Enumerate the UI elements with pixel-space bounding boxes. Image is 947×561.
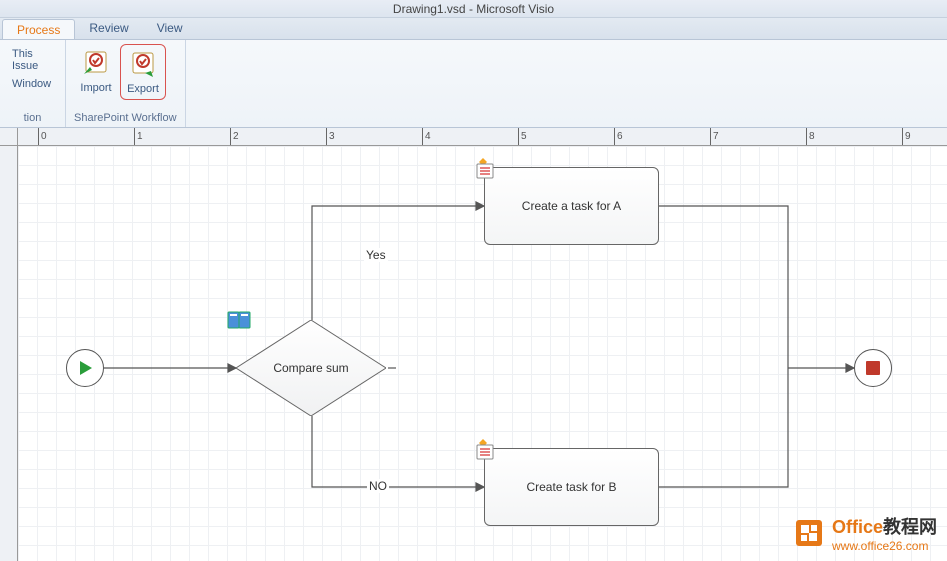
canvas-grid[interactable]: Yes NO Compare sum Create a task for A C… [18, 146, 947, 561]
ruler-tick: 5 [518, 128, 527, 146]
watermark-cn: 教程网 [883, 517, 937, 537]
task-icon [475, 158, 497, 183]
ruler-corner [0, 128, 18, 146]
ruler-tick: 6 [614, 128, 623, 146]
ribbon-tabs: Process Review View [0, 18, 947, 40]
office-logo-icon [792, 516, 826, 550]
vertical-ruler [0, 146, 18, 561]
connector-no-label: NO [367, 479, 389, 493]
ruler-tick: 4 [422, 128, 431, 146]
ribbon-group-validation: This Issue Window tion [0, 40, 66, 127]
connector-yes-label: Yes [364, 248, 388, 262]
title-bar: Drawing1.vsd - Microsoft Visio [0, 0, 947, 18]
task-icon [475, 439, 497, 464]
ruler-tick: 0 [38, 128, 47, 146]
shape-start[interactable] [66, 349, 104, 387]
process-a-label: Create a task for A [522, 199, 621, 213]
ribbon-group-sharepoint: Import Export SharePoint Workflow [66, 40, 186, 127]
shape-decision[interactable]: Compare sum [236, 320, 386, 416]
tab-process[interactable]: Process [2, 19, 75, 39]
decision-label: Compare sum [236, 320, 386, 416]
ruler-tick: 1 [134, 128, 143, 146]
ruler-tick: 9 [902, 128, 911, 146]
export-button[interactable]: Export [120, 44, 166, 100]
ribbon-item-this-issue[interactable]: This Issue [8, 46, 57, 74]
ruler-tick: 2 [230, 128, 239, 146]
import-button[interactable]: Import [74, 44, 118, 98]
tab-review[interactable]: Review [75, 18, 142, 39]
import-label: Import [80, 82, 111, 94]
ribbon-item-window[interactable]: Window [8, 76, 57, 92]
app-title: Drawing1.vsd - Microsoft Visio [393, 2, 554, 16]
export-label: Export [127, 83, 159, 95]
ruler-tick: 8 [806, 128, 815, 146]
compare-icon [226, 310, 254, 335]
watermark: Office教程网 www.office26.com [792, 513, 937, 553]
ribbon-group-label-2: SharePoint Workflow [74, 110, 177, 127]
tab-view[interactable]: View [143, 18, 197, 39]
shape-process-b[interactable]: Create task for B [484, 448, 659, 526]
watermark-url: www.office26.com [832, 539, 937, 553]
ribbon: This Issue Window tion Import Export Sha… [0, 40, 947, 128]
shape-process-a[interactable]: Create a task for A [484, 167, 659, 245]
watermark-brand: Office [832, 517, 883, 537]
process-b-label: Create task for B [526, 480, 616, 494]
export-icon [127, 49, 159, 81]
ruler-tick: 3 [326, 128, 335, 146]
ribbon-group-label-1: tion [8, 110, 57, 127]
shape-end[interactable] [854, 349, 892, 387]
stop-icon [864, 359, 882, 377]
ruler-tick: 7 [710, 128, 719, 146]
import-icon [80, 48, 112, 80]
flow-connectors [18, 146, 947, 561]
horizontal-ruler: 0 1 2 3 4 5 6 7 8 9 [18, 128, 947, 146]
play-icon [75, 358, 95, 378]
